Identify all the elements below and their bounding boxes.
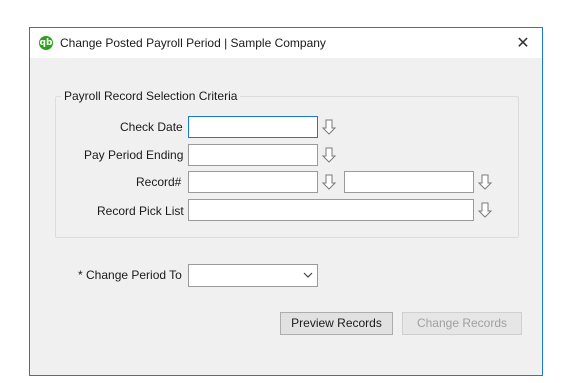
check-date-input[interactable] <box>189 117 317 137</box>
window-title: Change Posted Payroll Period | Sample Co… <box>60 36 326 50</box>
record-to-down-arrow-icon[interactable] <box>477 172 493 192</box>
check-date-down-arrow-icon[interactable] <box>321 117 337 137</box>
app-logo-icon: qb <box>39 36 53 50</box>
record-pick-list-label: Record Pick List <box>97 204 184 218</box>
record-number-label: Record# <box>136 175 182 189</box>
record-from-down-arrow-icon[interactable] <box>321 172 337 192</box>
pay-period-ending-label: Pay Period Ending <box>84 148 184 162</box>
check-date-label: Check Date <box>120 120 183 134</box>
title-bar: qb Change Posted Payroll Period | Sample… <box>30 28 542 58</box>
record-pick-list-input[interactable] <box>189 200 473 220</box>
record-pick-list-field[interactable] <box>188 199 474 221</box>
record-number-to-input[interactable] <box>345 172 473 192</box>
pick-list-down-arrow-icon[interactable] <box>477 200 493 220</box>
change-period-label: * Change Period To <box>78 268 182 282</box>
chevron-down-icon <box>303 272 313 278</box>
change-records-button[interactable]: Change Records <box>402 312 522 335</box>
record-number-from-input[interactable] <box>189 172 317 192</box>
record-number-from-field[interactable] <box>188 171 318 193</box>
preview-records-button[interactable]: Preview Records <box>280 312 393 335</box>
record-number-to-field[interactable] <box>344 171 474 193</box>
pay-period-ending-field[interactable] <box>188 144 318 166</box>
close-button[interactable]: ✕ <box>510 32 536 54</box>
check-date-field[interactable] <box>188 116 318 138</box>
pay-period-ending-input[interactable] <box>189 145 317 165</box>
dialog-window: qb Change Posted Payroll Period | Sample… <box>29 27 543 376</box>
group-title: Payroll Record Selection Criteria <box>61 89 241 103</box>
change-period-select[interactable] <box>188 264 318 287</box>
pay-period-down-arrow-icon[interactable] <box>321 145 337 165</box>
